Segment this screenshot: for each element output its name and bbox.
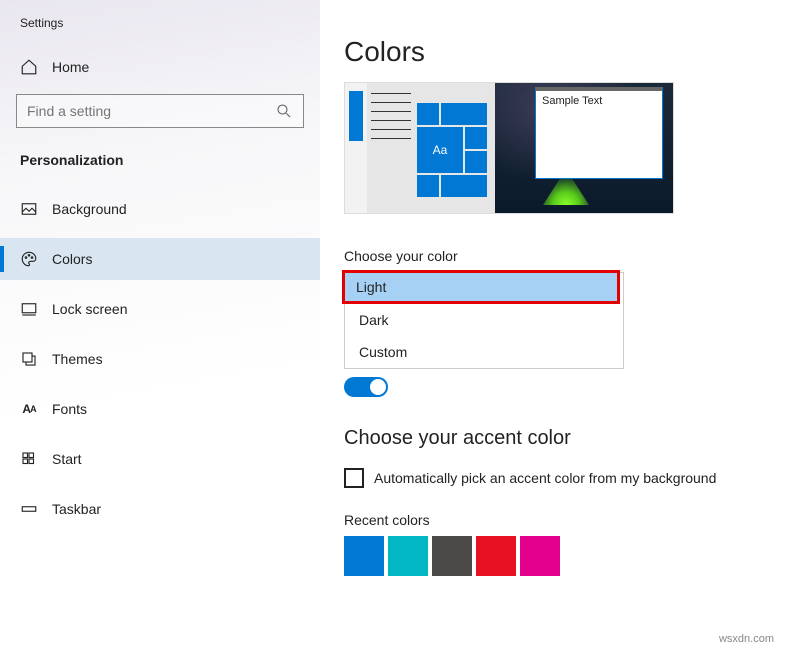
section-title: Personalization	[0, 146, 320, 188]
sidebar-item-themes[interactable]: Themes	[0, 338, 320, 380]
accent-heading: Choose your accent color	[344, 427, 788, 450]
color-swatch[interactable]	[432, 536, 472, 576]
auto-accent-label: Automatically pick an accent color from …	[374, 470, 716, 486]
theme-preview: Aa Sample Text	[344, 82, 674, 214]
start-icon	[20, 450, 38, 468]
search-box[interactable]	[16, 94, 304, 128]
sidebar-item-label: Background	[52, 201, 127, 217]
sidebar-item-fonts[interactable]: AA Fonts	[0, 388, 320, 430]
main-content: Colors Aa Sample Text Choose your color …	[320, 0, 788, 651]
sidebar-item-label: Taskbar	[52, 501, 101, 517]
choose-color-label: Choose your color	[344, 248, 788, 264]
sidebar-item-colors[interactable]: Colors	[0, 238, 320, 280]
sidebar-item-label: Themes	[52, 351, 103, 367]
sidebar-item-label: Colors	[52, 251, 92, 267]
palette-icon	[20, 250, 38, 268]
preview-tile-aa: Aa	[417, 127, 463, 173]
sidebar-item-label: Lock screen	[52, 301, 127, 317]
toggle-pill[interactable]	[344, 377, 388, 397]
dropdown-option-light[interactable]: Light	[345, 273, 617, 301]
dropdown-option-custom[interactable]: Custom	[345, 336, 623, 368]
recent-colors-label: Recent colors	[344, 512, 788, 528]
color-mode-dropdown[interactable]: Light Dark Custom	[344, 272, 624, 369]
app-title: Settings	[0, 12, 320, 48]
taskbar-icon	[20, 500, 38, 518]
preview-dark: Sample Text	[495, 83, 673, 213]
sidebar: Settings Home Personalization Background…	[0, 0, 320, 651]
sidebar-item-lockscreen[interactable]: Lock screen	[0, 288, 320, 330]
sidebar-item-label: Fonts	[52, 401, 87, 417]
recent-colors-row	[344, 536, 788, 576]
toggle-partial: On	[344, 377, 788, 397]
color-swatch[interactable]	[344, 536, 384, 576]
color-swatch[interactable]	[388, 536, 428, 576]
sidebar-item-background[interactable]: Background	[0, 188, 320, 230]
preview-light: Aa	[345, 83, 495, 213]
sidebar-item-label: Start	[52, 451, 82, 467]
preview-sample-text: Sample Text	[536, 91, 662, 111]
sidebar-item-taskbar[interactable]: Taskbar	[0, 488, 320, 530]
page-title: Colors	[344, 36, 788, 68]
home-icon	[20, 58, 38, 76]
watermark: wsxdn.com	[713, 631, 780, 647]
checkbox-icon	[344, 468, 364, 488]
home-nav[interactable]: Home	[0, 48, 320, 86]
fonts-icon: AA	[20, 400, 38, 418]
image-icon	[20, 200, 38, 218]
lockscreen-icon	[20, 300, 38, 318]
sidebar-item-start[interactable]: Start	[0, 438, 320, 480]
home-label: Home	[52, 59, 89, 75]
color-swatch[interactable]	[476, 536, 516, 576]
search-icon	[275, 102, 293, 120]
color-swatch[interactable]	[520, 536, 560, 576]
dropdown-option-dark[interactable]: Dark	[345, 304, 623, 336]
auto-accent-checkbox[interactable]: Automatically pick an accent color from …	[344, 468, 788, 488]
search-input[interactable]	[27, 103, 275, 119]
themes-icon	[20, 350, 38, 368]
preview-sample-window: Sample Text	[535, 87, 663, 179]
